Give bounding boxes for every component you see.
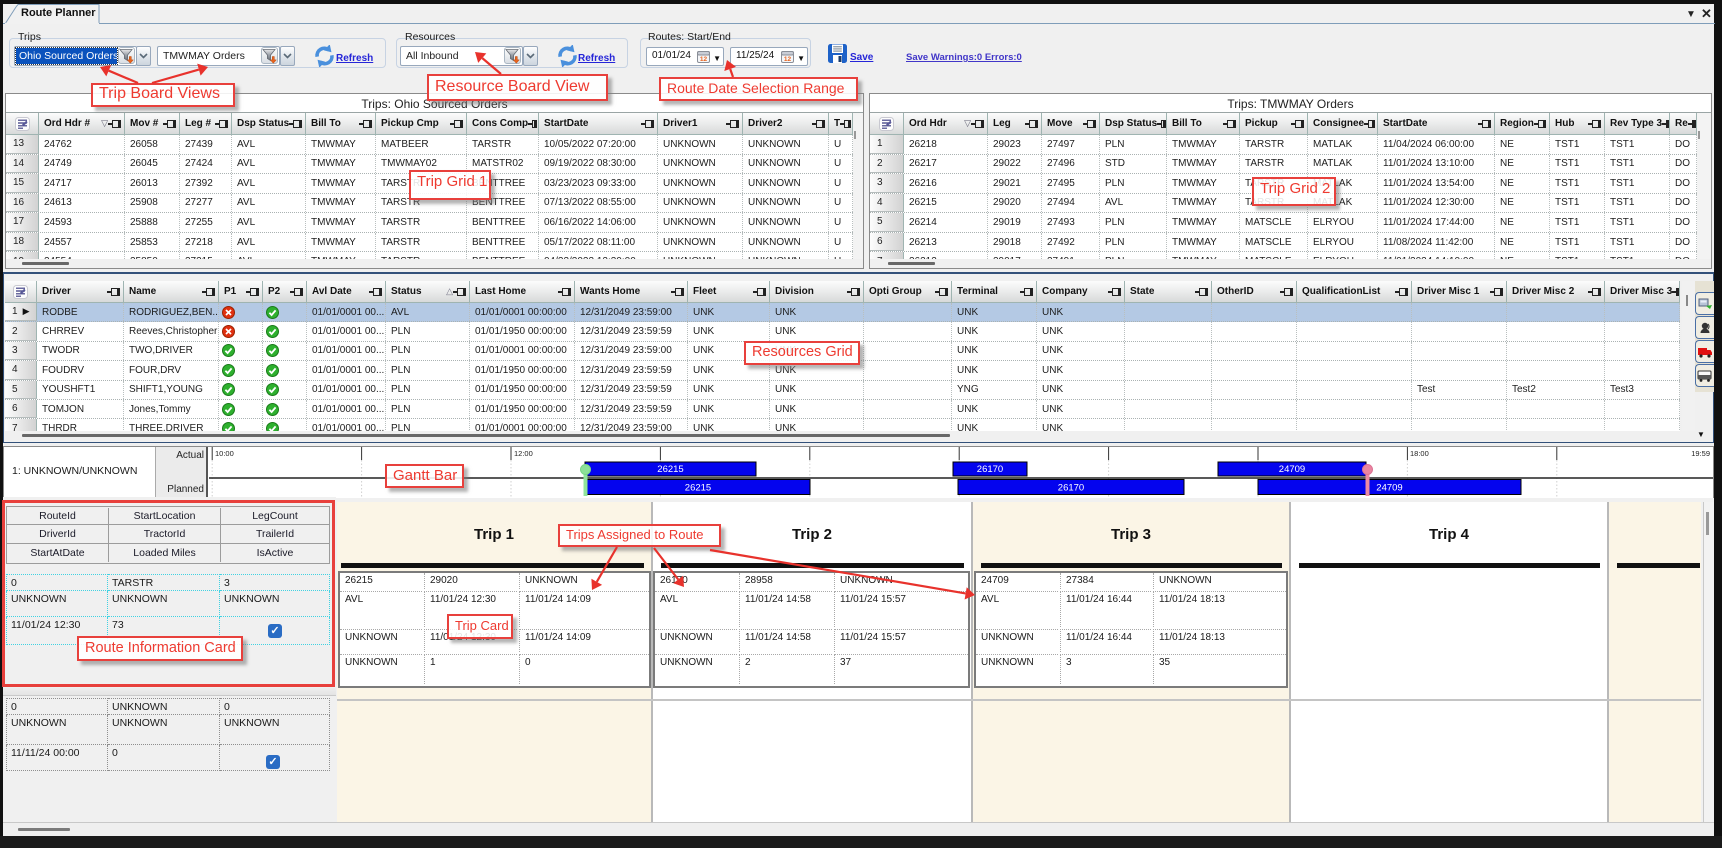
svg-text:12: 12	[784, 56, 792, 63]
svg-text:12: 12	[700, 56, 708, 63]
svg-text:26170: 26170	[1058, 483, 1084, 494]
svg-text:10:00: 10:00	[215, 449, 234, 458]
svg-text:18:00: 18:00	[1410, 449, 1429, 458]
svg-text:26215: 26215	[685, 483, 711, 494]
svg-text:24709: 24709	[1376, 483, 1402, 494]
svg-text:26215: 26215	[657, 464, 683, 475]
svg-text:26170: 26170	[977, 464, 1003, 475]
svg-text:12:00: 12:00	[514, 449, 533, 458]
svg-text:24709: 24709	[1279, 464, 1305, 475]
svg-text:19:59: 19:59	[1691, 449, 1710, 458]
